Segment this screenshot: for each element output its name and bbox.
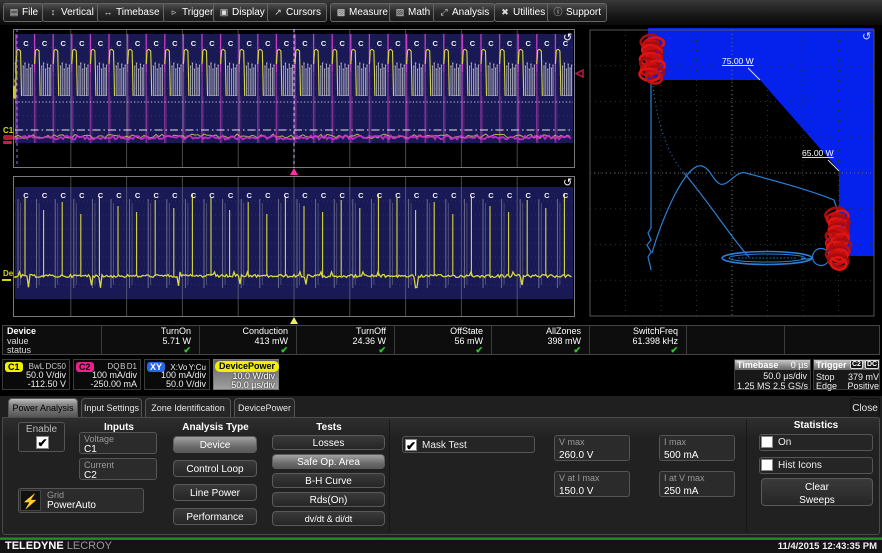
svg-text:↺: ↺ bbox=[563, 177, 572, 189]
svg-text:C: C bbox=[116, 191, 122, 200]
svg-text:C: C bbox=[265, 39, 271, 48]
svg-text:C: C bbox=[191, 191, 197, 200]
svg-text:C: C bbox=[563, 191, 569, 200]
svg-text:C: C bbox=[358, 39, 364, 48]
svg-text:C: C bbox=[23, 191, 29, 200]
svg-text:C: C bbox=[209, 39, 215, 48]
svg-text:C: C bbox=[284, 39, 290, 48]
svg-text:C: C bbox=[284, 191, 290, 200]
svg-text:C: C bbox=[488, 39, 494, 48]
svg-text:65.00 W: 65.00 W bbox=[802, 148, 834, 158]
svg-text:C: C bbox=[79, 39, 85, 48]
svg-text:C: C bbox=[451, 39, 457, 48]
svg-text:C: C bbox=[42, 191, 48, 200]
svg-text:C: C bbox=[544, 39, 550, 48]
svg-text:C: C bbox=[42, 39, 48, 48]
svg-text:C: C bbox=[395, 39, 401, 48]
svg-text:C: C bbox=[116, 39, 122, 48]
svg-text:C: C bbox=[23, 39, 29, 48]
svg-text:C: C bbox=[339, 191, 345, 200]
svg-text:C: C bbox=[98, 39, 104, 48]
svg-text:C: C bbox=[358, 191, 364, 200]
svg-text:C: C bbox=[488, 191, 494, 200]
svg-text:C: C bbox=[470, 39, 476, 48]
svg-text:C: C bbox=[544, 191, 550, 200]
svg-text:C: C bbox=[172, 191, 178, 200]
svg-text:C: C bbox=[339, 39, 345, 48]
svg-text:C: C bbox=[135, 39, 141, 48]
svg-text:C: C bbox=[432, 39, 438, 48]
svg-text:C: C bbox=[377, 191, 383, 200]
svg-text:C: C bbox=[525, 39, 531, 48]
svg-text:C: C bbox=[265, 191, 271, 200]
svg-text:C: C bbox=[60, 191, 66, 200]
svg-text:C: C bbox=[172, 39, 178, 48]
svg-text:C: C bbox=[135, 191, 141, 200]
svg-text:C: C bbox=[228, 191, 234, 200]
svg-text:C: C bbox=[507, 191, 513, 200]
svg-text:75.00 W: 75.00 W bbox=[722, 56, 754, 66]
svg-text:C: C bbox=[302, 39, 308, 48]
svg-text:C: C bbox=[209, 191, 215, 200]
svg-text:C: C bbox=[60, 39, 66, 48]
svg-text:↺: ↺ bbox=[563, 32, 572, 44]
svg-text:C: C bbox=[377, 39, 383, 48]
svg-text:C: C bbox=[507, 39, 513, 48]
svg-text:C: C bbox=[153, 191, 159, 200]
svg-text:C: C bbox=[395, 191, 401, 200]
svg-text:C: C bbox=[228, 39, 234, 48]
svg-text:C: C bbox=[246, 191, 252, 200]
svg-text:C: C bbox=[246, 39, 252, 48]
svg-text:↺: ↺ bbox=[862, 31, 871, 43]
svg-text:C: C bbox=[321, 191, 327, 200]
svg-text:C: C bbox=[79, 191, 85, 200]
svg-text:C: C bbox=[191, 39, 197, 48]
svg-text:C: C bbox=[414, 191, 420, 200]
svg-text:C: C bbox=[451, 191, 457, 200]
svg-text:C: C bbox=[525, 191, 531, 200]
svg-text:C: C bbox=[153, 39, 159, 48]
svg-text:C: C bbox=[302, 191, 308, 200]
svg-text:C: C bbox=[321, 39, 327, 48]
svg-text:C: C bbox=[414, 39, 420, 48]
svg-text:C: C bbox=[98, 191, 104, 200]
svg-text:C: C bbox=[470, 191, 476, 200]
svg-text:C: C bbox=[432, 191, 438, 200]
